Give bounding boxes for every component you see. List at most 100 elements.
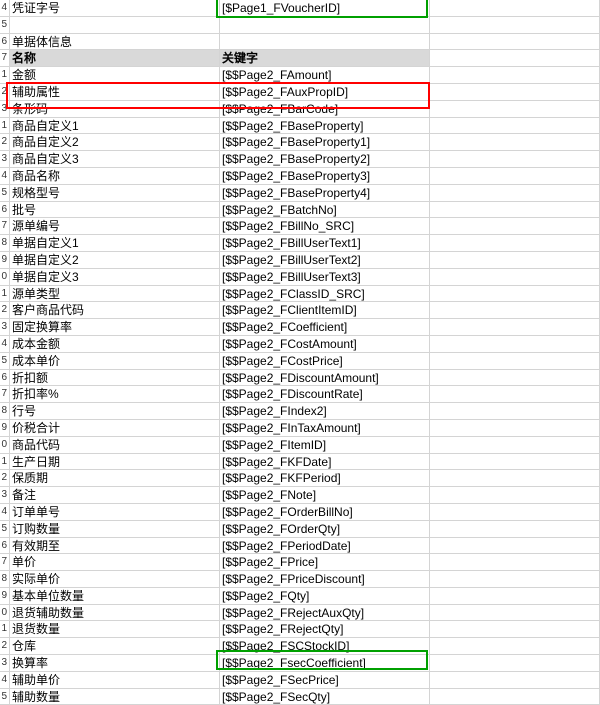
cell-name[interactable]: 成本金额 [10, 336, 220, 352]
table-row[interactable]: 6批号[$$Page2_FBatchNo] [0, 202, 600, 219]
table-row[interactable]: 1生产日期[$$Page2_FKFDate] [0, 454, 600, 471]
cell-empty[interactable] [430, 621, 600, 637]
table-row[interactable]: 0商品代码[$$Page2_FItemID] [0, 437, 600, 454]
table-row[interactable]: 4辅助单价[$$Page2_FSecPrice] [0, 672, 600, 689]
table-row[interactable]: 8行号[$$Page2_FIndex2] [0, 403, 600, 420]
table-row[interactable]: 3条形码[$$Page2_FBarCode] [0, 101, 600, 118]
cell-empty[interactable] [430, 286, 600, 302]
table-row[interactable]: 4商品名称[$$Page2_FBaseProperty3] [0, 168, 600, 185]
cell-empty[interactable] [430, 655, 600, 671]
cell-name[interactable]: 实际单价 [10, 571, 220, 587]
cell-empty[interactable] [430, 487, 600, 503]
cell-name[interactable]: 商品自定义3 [10, 151, 220, 167]
table-row[interactable]: 2商品自定义2[$$Page2_FBaseProperty1] [0, 134, 600, 151]
cell-empty[interactable] [430, 521, 600, 537]
cell-keyword[interactable]: [$$Page2_FPriceDiscount] [220, 571, 430, 587]
cell-empty[interactable] [430, 67, 600, 83]
cell-empty[interactable] [430, 302, 600, 318]
table-row[interactable]: 4凭证字号[$Page1_FVoucherID] [0, 0, 600, 17]
cell-name[interactable]: 备注 [10, 487, 220, 503]
cell-empty[interactable] [430, 101, 600, 117]
cell-keyword[interactable]: [$$Page2_FBaseProperty2] [220, 151, 430, 167]
cell-name[interactable]: 名称 [10, 50, 220, 66]
cell-keyword[interactable]: [$$Page2_FBillUserText1] [220, 235, 430, 251]
cell-name[interactable]: 源单类型 [10, 286, 220, 302]
cell-keyword[interactable]: [$$Page2_FOrderBillNo] [220, 504, 430, 520]
cell-keyword[interactable]: [$$Page2_FNote] [220, 487, 430, 503]
table-row[interactable]: 1商品自定义1[$$Page2_FBaseProperty] [0, 118, 600, 135]
cell-empty[interactable] [430, 370, 600, 386]
cell-name[interactable]: 凭证字号 [10, 0, 220, 16]
table-row[interactable]: 0退货辅助数量[$$Page2_FRejectAuxQty] [0, 605, 600, 622]
cell-name[interactable]: 源单编号 [10, 218, 220, 234]
cell-name[interactable]: 有效期至 [10, 538, 220, 554]
cell-empty[interactable] [430, 0, 600, 16]
cell-name[interactable]: 固定换算率 [10, 319, 220, 335]
cell-empty[interactable] [430, 17, 600, 33]
cell-empty[interactable] [430, 554, 600, 570]
cell-empty[interactable] [430, 252, 600, 268]
cell-empty[interactable] [430, 386, 600, 402]
table-row[interactable]: 9基本单位数量[$$Page2_FQty] [0, 588, 600, 605]
table-row[interactable]: 6单据体信息 [0, 34, 600, 51]
cell-name[interactable]: 行号 [10, 403, 220, 419]
table-row[interactable]: 9单据自定义2[$$Page2_FBillUserText2] [0, 252, 600, 269]
cell-keyword[interactable]: [$$Page2_FKFDate] [220, 454, 430, 470]
table-row[interactable]: 6有效期至[$$Page2_FPeriodDate] [0, 538, 600, 555]
cell-keyword[interactable]: [$$Page2_FIndex2] [220, 403, 430, 419]
cell-empty[interactable] [430, 403, 600, 419]
cell-keyword[interactable] [220, 17, 430, 33]
cell-name[interactable]: 商品名称 [10, 168, 220, 184]
cell-name[interactable]: 折扣率% [10, 386, 220, 402]
cell-empty[interactable] [430, 571, 600, 587]
table-row[interactable]: 4订单单号[$$Page2_FOrderBillNo] [0, 504, 600, 521]
cell-keyword[interactable]: [$$Page2_FSecQty] [220, 689, 430, 705]
table-row[interactable]: 4成本金额[$$Page2_FCostAmount] [0, 336, 600, 353]
table-row[interactable]: 3备注[$$Page2_FNote] [0, 487, 600, 504]
cell-name[interactable]: 辅助数量 [10, 689, 220, 705]
cell-name[interactable]: 客户商品代码 [10, 302, 220, 318]
cell-keyword[interactable]: [$$Page2_FBillUserText2] [220, 252, 430, 268]
cell-name[interactable]: 折扣额 [10, 370, 220, 386]
cell-empty[interactable] [430, 50, 600, 66]
cell-empty[interactable] [430, 319, 600, 335]
cell-empty[interactable] [430, 638, 600, 654]
cell-empty[interactable] [430, 202, 600, 218]
cell-keyword[interactable]: [$$Page2_FSCStockID] [220, 638, 430, 654]
table-row[interactable]: 3换算率[$$Page2_FsecCoefficient] [0, 655, 600, 672]
table-row[interactable]: 3商品自定义3[$$Page2_FBaseProperty2] [0, 151, 600, 168]
cell-name[interactable]: 订购数量 [10, 521, 220, 537]
cell-empty[interactable] [430, 336, 600, 352]
table-row[interactable]: 1源单类型[$$Page2_FClassID_SRC] [0, 286, 600, 303]
cell-empty[interactable] [430, 185, 600, 201]
cell-keyword[interactable]: [$$Page2_FsecCoefficient] [220, 655, 430, 671]
cell-empty[interactable] [430, 269, 600, 285]
cell-keyword[interactable]: [$$Page2_FAmount] [220, 67, 430, 83]
cell-empty[interactable] [430, 605, 600, 621]
cell-keyword[interactable]: [$$Page2_FCoefficient] [220, 319, 430, 335]
cell-keyword[interactable]: [$$Page2_FOrderQty] [220, 521, 430, 537]
cell-name[interactable]: 单据体信息 [10, 34, 220, 50]
cell-name[interactable]: 生产日期 [10, 454, 220, 470]
cell-name[interactable]: 辅助属性 [10, 84, 220, 100]
cell-empty[interactable] [430, 151, 600, 167]
cell-name[interactable]: 价税合计 [10, 420, 220, 436]
cell-keyword[interactable]: [$$Page2_FCostAmount] [220, 336, 430, 352]
cell-keyword[interactable]: [$$Page2_FBillUserText3] [220, 269, 430, 285]
cell-name[interactable]: 商品自定义1 [10, 118, 220, 134]
cell-keyword[interactable]: [$$Page2_FInTaxAmount] [220, 420, 430, 436]
cell-keyword[interactable]: [$$Page2_FDiscountAmount] [220, 370, 430, 386]
table-row[interactable]: 0单据自定义3[$$Page2_FBillUserText3] [0, 269, 600, 286]
cell-keyword[interactable]: [$$Page2_FClassID_SRC] [220, 286, 430, 302]
cell-empty[interactable] [430, 134, 600, 150]
cell-empty[interactable] [430, 353, 600, 369]
cell-name[interactable]: 商品自定义2 [10, 134, 220, 150]
table-row[interactable]: 5成本单价[$$Page2_FCostPrice] [0, 353, 600, 370]
cell-name[interactable]: 单据自定义1 [10, 235, 220, 251]
cell-name[interactable]: 订单单号 [10, 504, 220, 520]
cell-empty[interactable] [430, 672, 600, 688]
cell-keyword[interactable]: [$$Page2_FPeriodDate] [220, 538, 430, 554]
table-row[interactable]: 8实际单价[$$Page2_FPriceDiscount] [0, 571, 600, 588]
cell-name[interactable]: 换算率 [10, 655, 220, 671]
cell-keyword[interactable]: [$Page1_FVoucherID] [220, 0, 430, 16]
